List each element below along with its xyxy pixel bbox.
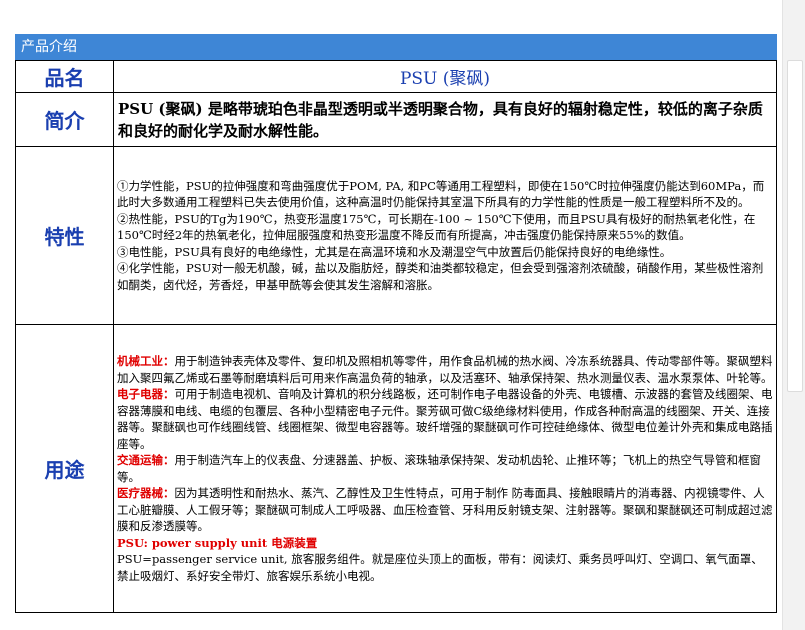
use-text: 用于制造汽车上的仪表盘、分速器盖、护板、滚珠轴承保持架、发动机齿轮、止推环等；飞… <box>117 453 761 484</box>
use-item: 医疗器械：因为其透明性和耐热水、蒸汽、乙醇性及卫生性特点，可用于制作 防毒面具、… <box>117 485 773 535</box>
feature-item: ③电性能，PSU具有良好的电绝缘性，尤其是在高温环境和水及潮湿空气中放置后仍能保… <box>117 244 672 259</box>
use-heading: 机械工业： <box>117 354 175 368</box>
use-item: PSU: power supply unit 电源装置 <box>117 535 773 552</box>
use-text: 因为其透明性和耐热水、蒸汽、乙醇性及卫生性特点，可用于制作 防毒面具、接触眼睛片… <box>117 486 773 533</box>
use-heading: 医疗器械： <box>117 486 175 500</box>
use-text: PSU=passenger service unit, 旅客服务组件。就是座位头… <box>117 552 763 583</box>
use-heading: 电子电器： <box>117 387 175 401</box>
label-features: 特性 <box>15 146 114 325</box>
panel-header: 产品介绍 <box>15 34 777 60</box>
row-uses: 用途 机械工业：用于制造钟表壳体及零件、复印机及照相机等零件，用作食品机械的热水… <box>15 324 777 613</box>
use-item: 机械工业：用于制造钟表壳体及零件、复印机及照相机等零件，用作食品机械的热水阀、冷… <box>117 353 773 386</box>
use-item: PSU=passenger service unit, 旅客服务组件。就是座位头… <box>117 551 773 584</box>
product-intro: PSU (聚砜) 是略带琥珀色非晶型透明或半透明聚合物，具有良好的辐射稳定性，较… <box>113 92 777 147</box>
vertical-scrollbar[interactable] <box>782 0 805 630</box>
label-uses: 用途 <box>15 324 114 613</box>
use-item: 电子电器：可用于制造电视机、音响及计算机的积分线路板，还可制作电子电器设备的外壳… <box>117 386 773 452</box>
feature-item: ②热性能，PSU的Tg为190℃，热变形温度175℃，可长期在-100 ~ 15… <box>117 211 756 243</box>
product-name: PSU (聚砜) <box>113 60 777 93</box>
label-intro: 简介 <box>15 92 114 147</box>
use-item: 交通运输：用于制造汽车上的仪表盘、分速器盖、护板、滚珠轴承保持架、发动机齿轮、止… <box>117 452 773 485</box>
use-text: 用于制造钟表壳体及零件、复印机及照相机等零件，用作食品机械的热水阀、冷冻系统器具… <box>117 354 773 385</box>
product-table: 品名 PSU (聚砜) 简介 PSU (聚砜) 是略带琥珀色非晶型透明或半透明聚… <box>15 60 777 613</box>
label-name: 品名 <box>15 60 114 93</box>
feature-item: ①力学性能，PSU的拉伸强度和弯曲强度优于POM, PA, 和PC等通用工程塑料… <box>117 178 765 210</box>
use-heading: PSU: power supply unit 电源装置 <box>117 535 318 550</box>
feature-item: ④化学性能，PSU对一般无机酸，碱，盐以及脂肪烃，醇类和油类都较稳定，但会受到强… <box>117 261 764 292</box>
use-heading: 交通运输： <box>117 453 175 467</box>
row-name: 品名 PSU (聚砜) <box>15 60 777 93</box>
features-cell: ①力学性能，PSU的拉伸强度和弯曲强度优于POM, PA, 和PC等通用工程塑料… <box>113 146 777 325</box>
row-intro: 简介 PSU (聚砜) 是略带琥珀色非晶型透明或半透明聚合物，具有良好的辐射稳定… <box>15 92 777 147</box>
product-panel: 产品介绍 品名 PSU (聚砜) 简介 PSU (聚砜) 是略带琥珀色非晶型透明… <box>15 34 777 613</box>
scrollbar-thumb[interactable] <box>787 60 803 392</box>
uses-cell: 机械工业：用于制造钟表壳体及零件、复印机及照相机等零件，用作食品机械的热水阀、冷… <box>113 324 777 613</box>
row-features: 特性 ①力学性能，PSU的拉伸强度和弯曲强度优于POM, PA, 和PC等通用工… <box>15 146 777 325</box>
use-text: 可用于制造电视机、音响及计算机的积分线路板，还可制作电子电器设备的外壳、电镀槽、… <box>117 387 773 451</box>
